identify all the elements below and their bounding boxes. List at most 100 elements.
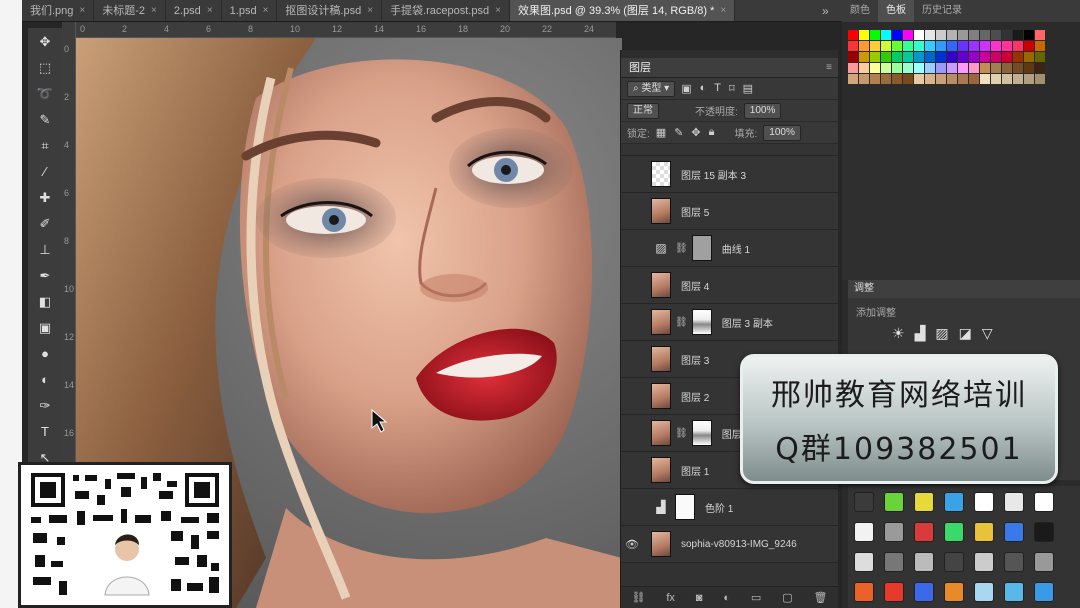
style-preset[interactable] — [974, 492, 994, 512]
tab-active-document[interactable]: 效果图.psd @ 39.3% (图层 14, RGB/8) * × — [509, 0, 736, 21]
color-swatch[interactable] — [848, 63, 858, 73]
filter-smart-object-icon[interactable]: ▤ — [743, 82, 753, 95]
color-swatch[interactable] — [991, 63, 1001, 73]
gradient-tool-icon[interactable]: ▣ — [34, 318, 56, 337]
color-swatch[interactable] — [870, 30, 880, 40]
color-swatch[interactable] — [980, 74, 990, 84]
color-swatch[interactable] — [925, 52, 935, 62]
fill-input[interactable]: 100% — [763, 124, 801, 141]
color-swatch[interactable] — [848, 74, 858, 84]
color-swatch[interactable] — [1035, 30, 1045, 40]
color-swatch[interactable] — [991, 52, 1001, 62]
color-swatch[interactable] — [914, 30, 924, 40]
color-swatch[interactable] — [991, 74, 1001, 84]
style-preset[interactable] — [1004, 582, 1024, 602]
color-swatch[interactable] — [848, 52, 858, 62]
style-preset[interactable] — [884, 552, 904, 572]
color-swatch[interactable] — [903, 63, 913, 73]
color-swatch[interactable] — [1002, 63, 1012, 73]
layer-filter-select[interactable]: ⌕ 类型 ▾ — [627, 80, 676, 97]
color-swatch[interactable] — [859, 63, 869, 73]
tab-5[interactable]: 抠图设计稿.psd × — [277, 0, 383, 21]
color-swatch[interactable] — [1013, 74, 1023, 84]
style-preset[interactable] — [884, 492, 904, 512]
type-tool-icon[interactable]: T — [34, 422, 56, 441]
history-brush-tool-icon[interactable]: ✒ — [34, 266, 56, 285]
style-preset[interactable] — [884, 522, 904, 542]
tab-color[interactable]: 颜色 — [842, 0, 878, 22]
style-preset[interactable] — [944, 492, 964, 512]
color-swatch[interactable] — [925, 63, 935, 73]
color-swatch[interactable] — [1035, 52, 1045, 62]
blend-mode-select[interactable]: 正常 — [627, 102, 659, 119]
filter-adjustment-icon[interactable]: ◐ — [700, 82, 707, 95]
color-swatch[interactable] — [914, 52, 924, 62]
tab-1[interactable]: 我们.png × — [22, 0, 95, 21]
magic-wand-tool-icon[interactable]: ✎ — [34, 110, 56, 129]
color-swatch[interactable] — [947, 30, 957, 40]
color-swatch[interactable] — [969, 41, 979, 51]
style-preset[interactable] — [974, 522, 994, 542]
style-preset[interactable] — [944, 522, 964, 542]
layer-row[interactable]: ▨ ⛓ 曲线 1 — [621, 230, 838, 267]
color-swatch[interactable] — [991, 30, 1001, 40]
color-swatch[interactable] — [936, 52, 946, 62]
lock-transparency-icon[interactable]: ▦ — [656, 126, 666, 139]
close-icon[interactable]: × — [151, 0, 157, 21]
color-swatch[interactable] — [870, 63, 880, 73]
color-swatch[interactable] — [859, 52, 869, 62]
style-preset[interactable] — [854, 492, 874, 512]
layer-row[interactable]: ▟ 色阶 1 — [621, 489, 838, 526]
color-swatch[interactable] — [947, 74, 957, 84]
eraser-tool-icon[interactable]: ◧ — [34, 292, 56, 311]
color-swatch[interactable] — [870, 74, 880, 84]
close-icon[interactable]: × — [79, 0, 85, 21]
color-swatch[interactable] — [892, 52, 902, 62]
color-swatch[interactable] — [881, 63, 891, 73]
fx-icon[interactable]: fx — [666, 592, 675, 604]
color-swatch[interactable] — [1024, 30, 1034, 40]
style-preset[interactable] — [914, 552, 934, 572]
color-swatch[interactable] — [958, 74, 968, 84]
style-preset[interactable] — [914, 582, 934, 602]
new-adjustment-icon[interactable]: ◐ — [723, 592, 730, 604]
color-swatch[interactable] — [936, 63, 946, 73]
trash-icon[interactable]: 🗑︎ — [814, 591, 828, 604]
close-icon[interactable]: × — [263, 0, 269, 21]
color-swatch[interactable] — [925, 41, 935, 51]
style-preset[interactable] — [944, 582, 964, 602]
color-swatch[interactable] — [1013, 52, 1023, 62]
color-swatch[interactable] — [1035, 74, 1045, 84]
color-swatch[interactable] — [980, 41, 990, 51]
close-icon[interactable]: × — [367, 0, 373, 21]
color-swatch[interactable] — [881, 41, 891, 51]
color-swatch[interactable] — [936, 41, 946, 51]
color-swatch[interactable] — [1035, 63, 1045, 73]
layer-row-background[interactable]: 👁︎ sophia-v80913-IMG_9246 — [621, 526, 838, 563]
tab-history[interactable]: 历史记录 — [914, 0, 970, 22]
brush-tool-icon[interactable]: ✐ — [34, 214, 56, 233]
color-swatch[interactable] — [969, 63, 979, 73]
color-swatch[interactable] — [903, 74, 913, 84]
vibrance-icon[interactable]: ▽ — [982, 325, 993, 342]
style-preset[interactable] — [914, 492, 934, 512]
color-swatch[interactable] — [1035, 41, 1045, 51]
color-swatch[interactable] — [892, 63, 902, 73]
color-swatch[interactable] — [1013, 30, 1023, 40]
add-mask-icon[interactable]: ◙ — [696, 592, 703, 604]
layer-row[interactable]: ⛓ 图层 3 副本 — [621, 304, 838, 341]
color-swatch[interactable] — [914, 41, 924, 51]
tab-2[interactable]: 未标题-2 × — [94, 0, 166, 21]
lock-position-icon[interactable]: ✥ — [691, 126, 700, 139]
link-layers-icon[interactable]: ⛓ — [631, 591, 645, 604]
tab-4[interactable]: 1.psd × — [222, 0, 278, 21]
opacity-input[interactable]: 100% — [743, 102, 782, 119]
color-swatch[interactable] — [903, 41, 913, 51]
lasso-tool-icon[interactable]: ➰ — [34, 84, 56, 103]
levels-icon[interactable]: ▟ — [915, 325, 926, 342]
style-preset[interactable] — [1034, 522, 1054, 542]
close-icon[interactable]: × — [207, 0, 213, 21]
panel-menu-icon[interactable]: ≡ — [826, 58, 832, 78]
color-swatch[interactable] — [892, 74, 902, 84]
style-preset[interactable] — [1034, 582, 1054, 602]
